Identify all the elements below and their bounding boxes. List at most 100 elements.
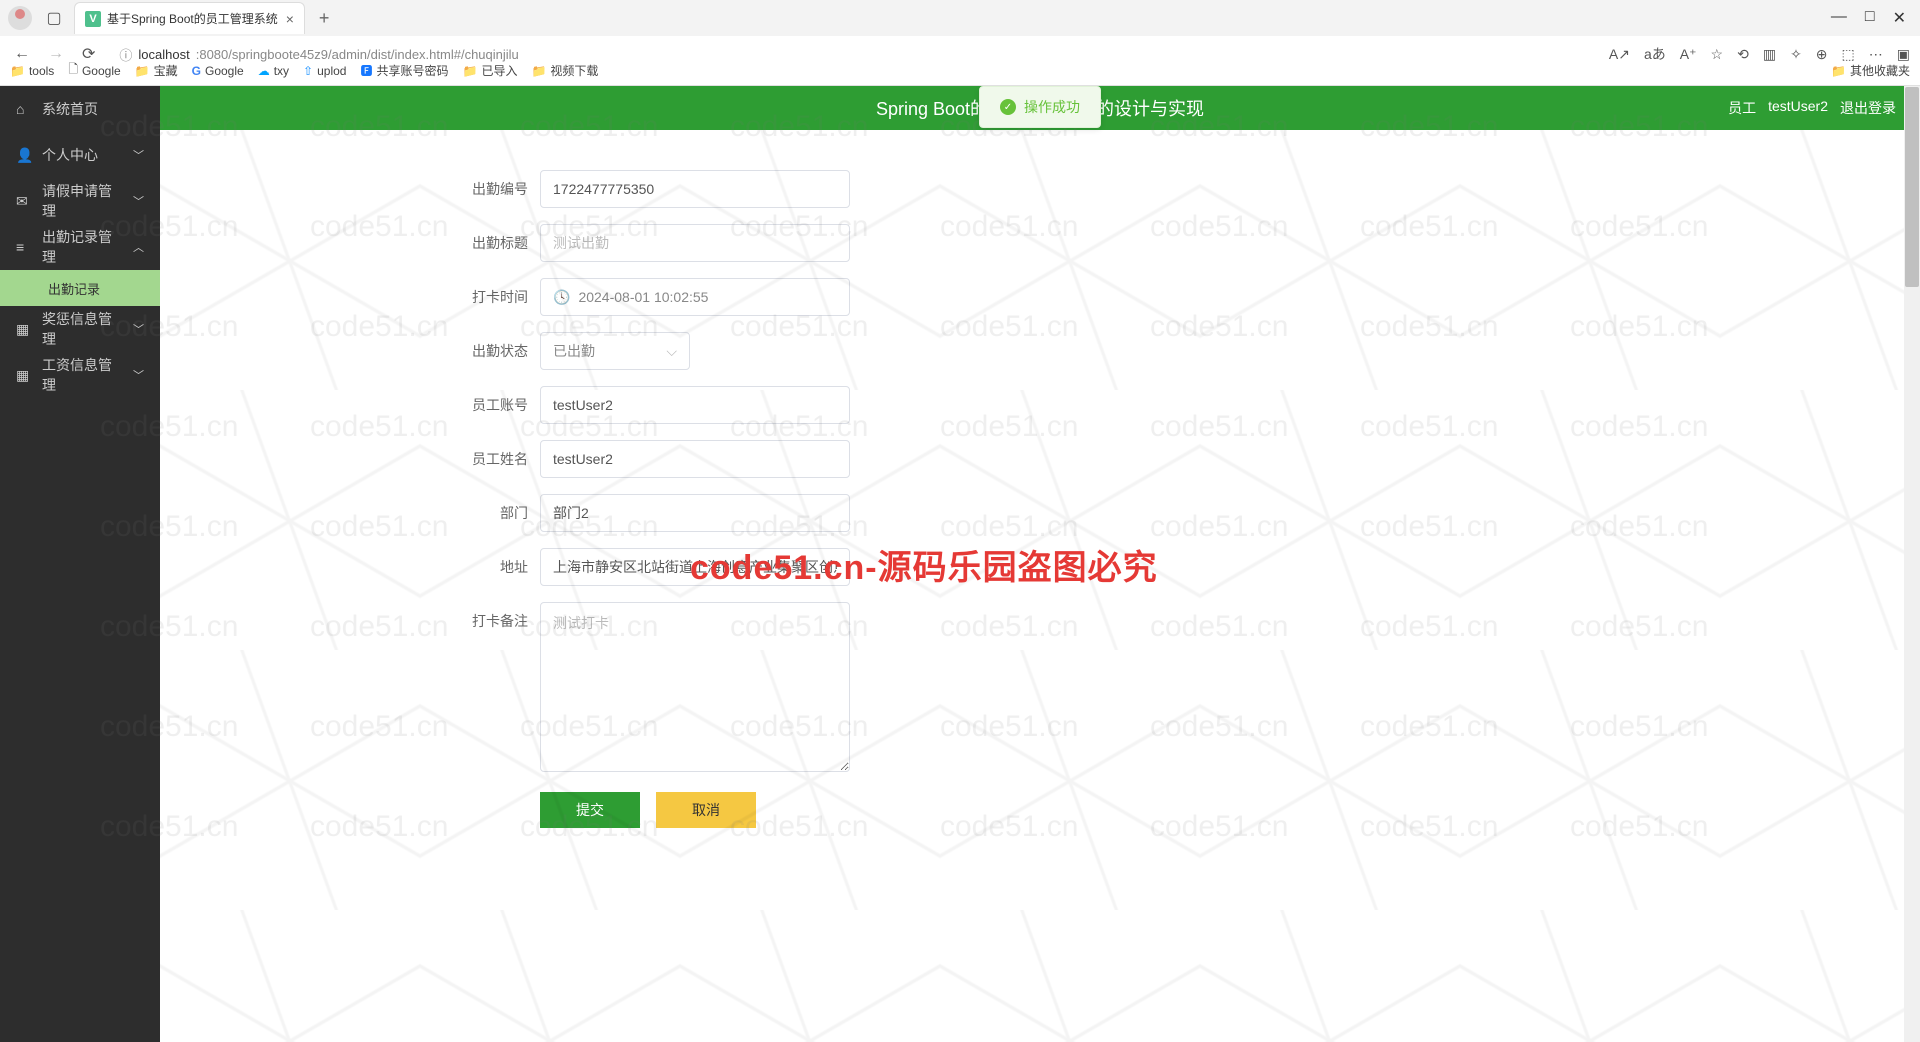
input-name[interactable] xyxy=(540,440,850,478)
sidebar-item-home[interactable]: ⌂ 系统首页 xyxy=(0,86,160,132)
success-toast: ✓ 操作成功 xyxy=(979,86,1101,128)
bookmark-share[interactable]: 🅵共享账号密码 xyxy=(360,62,448,79)
scrollbar-thumb[interactable] xyxy=(1905,87,1919,287)
grid-icon: ▦ xyxy=(16,367,32,384)
chevron-down-icon: ﹀ xyxy=(133,193,144,209)
sidebar-item-attendance[interactable]: ≡ 出勤记录管理 ︿ xyxy=(0,224,160,270)
bookmark-baozang[interactable]: 📁宝藏 xyxy=(135,62,178,79)
label-clock-time: 打卡时间 xyxy=(460,278,528,307)
sidebar: ⌂ 系统首页 👤 个人中心 ﹀ ✉ 请假申请管理 ﹀ ≡ 出勤记录管理 ︿ 出勤… xyxy=(0,86,160,1042)
sidebar-item-leave[interactable]: ✉ 请假申请管理 ﹀ xyxy=(0,178,160,224)
url-host: localhost xyxy=(138,47,189,62)
form-content: 出勤编号 出勤标题 打卡时间 🕓 2024-08-01 10:02:55 出勤状… xyxy=(160,130,1920,1042)
tab-close-icon[interactable]: × xyxy=(286,11,294,27)
page-icon: 🗋 xyxy=(68,60,78,81)
workspaces-icon[interactable]: ▢ xyxy=(44,8,64,28)
sidebar-item-label: 请假申请管理 xyxy=(42,181,123,221)
textarea-remark[interactable] xyxy=(540,602,850,772)
input-account[interactable] xyxy=(540,386,850,424)
more-icon[interactable]: ⋯ xyxy=(1869,46,1883,63)
field-title: 出勤标题 xyxy=(460,224,1920,262)
sync-icon[interactable]: ⟲ xyxy=(1737,46,1749,63)
favorite-icon[interactable]: ☆ xyxy=(1711,46,1724,63)
page-header: ✓ 操作成功 Spring Boot的员工管理系统的设计与实现 员工 testU… xyxy=(160,86,1920,130)
minimize-button[interactable]: — xyxy=(1831,8,1847,28)
app-root: ⌂ 系统首页 👤 个人中心 ﹀ ✉ 请假申请管理 ﹀ ≡ 出勤记录管理 ︿ 出勤… xyxy=(0,86,1920,1042)
list-icon: ≡ xyxy=(16,239,32,255)
bookmark-uplod[interactable]: ⇧uplod xyxy=(303,64,346,78)
grid-icon: ▦ xyxy=(16,321,32,338)
extensions-icon[interactable]: ⊕ xyxy=(1816,46,1828,63)
bookmark-txy[interactable]: ☁txy xyxy=(258,64,289,78)
label-attendance-no: 出勤编号 xyxy=(460,170,528,199)
user-name: testUser2 xyxy=(1768,98,1828,118)
user-icon: 👤 xyxy=(16,147,32,164)
profile-avatar-icon[interactable] xyxy=(8,6,32,30)
input-title[interactable] xyxy=(540,224,850,262)
bookmark-google2[interactable]: GGoogle xyxy=(192,64,244,78)
sidebar-toggle-icon[interactable]: ▣ xyxy=(1897,46,1910,63)
close-window-button[interactable]: ✕ xyxy=(1893,8,1906,28)
user-role: 员工 xyxy=(1728,98,1756,118)
bookmark-video[interactable]: 📁视频下载 xyxy=(531,62,598,79)
cancel-button[interactable]: 取消 xyxy=(656,792,756,828)
submit-button[interactable]: 提交 xyxy=(540,792,640,828)
select-status[interactable]: 已出勤 ⌵ xyxy=(540,332,690,370)
sidebar-subitem-attendance-record[interactable]: 出勤记录 xyxy=(0,270,160,306)
mail-icon: ✉ xyxy=(16,193,32,210)
bookmark-google[interactable]: 🗋Google xyxy=(68,60,120,81)
forward-button[interactable]: → xyxy=(44,45,68,63)
sidebar-item-reward[interactable]: ▦ 奖惩信息管理 ﹀ xyxy=(0,306,160,352)
sidebar-item-salary[interactable]: ▦ 工资信息管理 ﹀ xyxy=(0,352,160,398)
sidebar-item-label: 工资信息管理 xyxy=(42,355,123,395)
vue-favicon-icon: V xyxy=(85,11,101,27)
maximize-button[interactable]: □ xyxy=(1865,8,1875,28)
site-info-icon[interactable]: ⓘ xyxy=(119,45,132,64)
background-pattern xyxy=(160,130,1920,1042)
label-remark: 打卡备注 xyxy=(460,602,528,631)
downloads-icon[interactable]: ⬚ xyxy=(1842,46,1855,63)
folder-icon: 📁 xyxy=(463,64,478,78)
label-dept: 部门 xyxy=(460,494,528,523)
label-status: 出勤状态 xyxy=(460,332,528,361)
main-area: ✓ 操作成功 Spring Boot的员工管理系统的设计与实现 员工 testU… xyxy=(160,86,1920,1042)
logout-link[interactable]: 退出登录 xyxy=(1840,98,1896,118)
sidebar-subitem-label: 出勤记录 xyxy=(48,279,100,298)
chevron-down-icon: ﹀ xyxy=(133,147,144,163)
toast-text: 操作成功 xyxy=(1024,97,1080,117)
folder-icon: 📁 xyxy=(1831,64,1846,78)
collections-icon[interactable]: ✧ xyxy=(1790,46,1802,63)
sidebar-item-label: 系统首页 xyxy=(42,99,144,119)
back-button[interactable]: ← xyxy=(10,45,34,63)
bookmark-import[interactable]: 📁已导入 xyxy=(463,62,518,79)
sidebar-item-label: 出勤记录管理 xyxy=(42,227,123,267)
clock-icon: 🕓 xyxy=(553,289,570,306)
sidebar-item-label: 奖惩信息管理 xyxy=(42,309,123,349)
text-size-icon[interactable]: A⁺ xyxy=(1680,46,1697,63)
status-value: 已出勤 xyxy=(553,341,595,361)
vertical-scrollbar[interactable] xyxy=(1904,86,1920,1042)
url-path: :8080/springboote45z9/admin/dist/index.h… xyxy=(196,47,519,62)
bookmark-tools[interactable]: 📁tools xyxy=(10,64,54,78)
clock-time-value: 2024-08-01 10:02:55 xyxy=(578,289,708,305)
split-icon[interactable]: ▥ xyxy=(1763,46,1776,63)
input-dept[interactable] xyxy=(540,494,850,532)
form-actions: 提交 取消 xyxy=(540,792,1920,828)
field-address: 地址 xyxy=(460,548,1920,586)
new-tab-button[interactable]: + xyxy=(313,8,336,29)
sidebar-item-profile[interactable]: 👤 个人中心 ﹀ xyxy=(0,132,160,178)
google-icon: G xyxy=(192,64,201,78)
translate-icon[interactable]: aあ xyxy=(1644,44,1666,64)
browser-tab[interactable]: V 基于Spring Boot的员工管理系统 × xyxy=(74,2,305,34)
read-aloud-icon[interactable]: A↗ xyxy=(1609,46,1630,63)
input-address[interactable] xyxy=(540,548,850,586)
field-status: 出勤状态 已出勤 ⌵ xyxy=(460,332,1920,370)
chevron-down-icon: ⌵ xyxy=(666,343,677,360)
folder-icon: 📁 xyxy=(10,64,25,78)
input-attendance-no[interactable] xyxy=(540,170,850,208)
bookmark-other[interactable]: 📁其他收藏夹 xyxy=(1831,62,1910,79)
field-attendance-no: 出勤编号 xyxy=(460,170,1920,208)
input-clock-time[interactable]: 🕓 2024-08-01 10:02:55 xyxy=(540,278,850,316)
field-dept: 部门 xyxy=(460,494,1920,532)
tab-title: 基于Spring Boot的员工管理系统 xyxy=(107,10,278,27)
